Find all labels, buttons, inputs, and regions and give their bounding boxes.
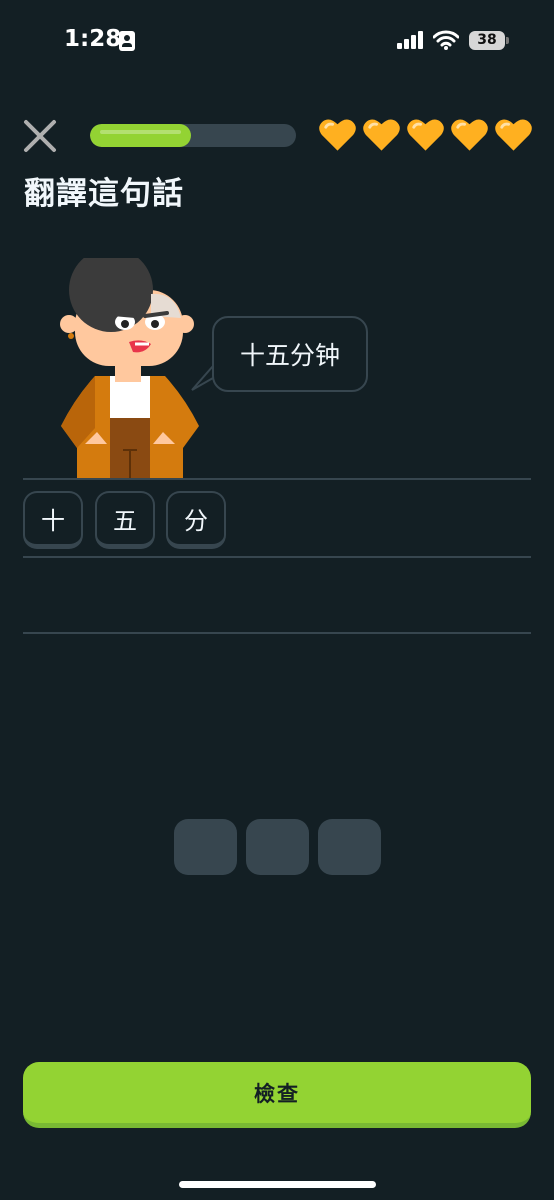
status-time: 1:28 <box>64 26 122 52</box>
answer-tile[interactable]: 分 <box>166 491 226 549</box>
battery-icon: 38 <box>469 31 505 50</box>
signal-icon <box>397 31 423 49</box>
character-illustration <box>60 258 199 480</box>
check-button[interactable]: 檢查 <box>23 1062 531 1128</box>
word-bank-empty-slot <box>174 819 237 875</box>
heart-icon <box>319 119 356 151</box>
heart-icon <box>451 119 488 151</box>
answer-tile[interactable]: 五 <box>95 491 155 549</box>
hearts <box>318 117 533 153</box>
heart-icon <box>363 119 400 151</box>
progress-fill <box>90 124 191 147</box>
answer-line-bottom <box>23 632 531 634</box>
heart-icon <box>495 119 532 151</box>
prompt-sentence: 十五分钟 <box>239 341 340 370</box>
heart-icon <box>407 119 444 151</box>
wifi-icon <box>433 30 459 50</box>
answer-line-middle <box>23 556 531 558</box>
answer-line-top <box>23 478 531 480</box>
lesson-progress-bar <box>90 124 296 147</box>
answer-tile[interactable]: 十 <box>23 491 83 549</box>
speech-bubble[interactable]: 十五分钟 <box>212 316 368 392</box>
word-bank-empty-slot <box>318 819 381 875</box>
id-card-icon <box>119 31 135 51</box>
page-title: 翻譯這句話 <box>24 176 184 212</box>
close-icon[interactable] <box>20 116 60 156</box>
home-indicator[interactable] <box>179 1181 376 1188</box>
word-bank-empty-slot <box>246 819 309 875</box>
battery-tip <box>506 37 509 44</box>
